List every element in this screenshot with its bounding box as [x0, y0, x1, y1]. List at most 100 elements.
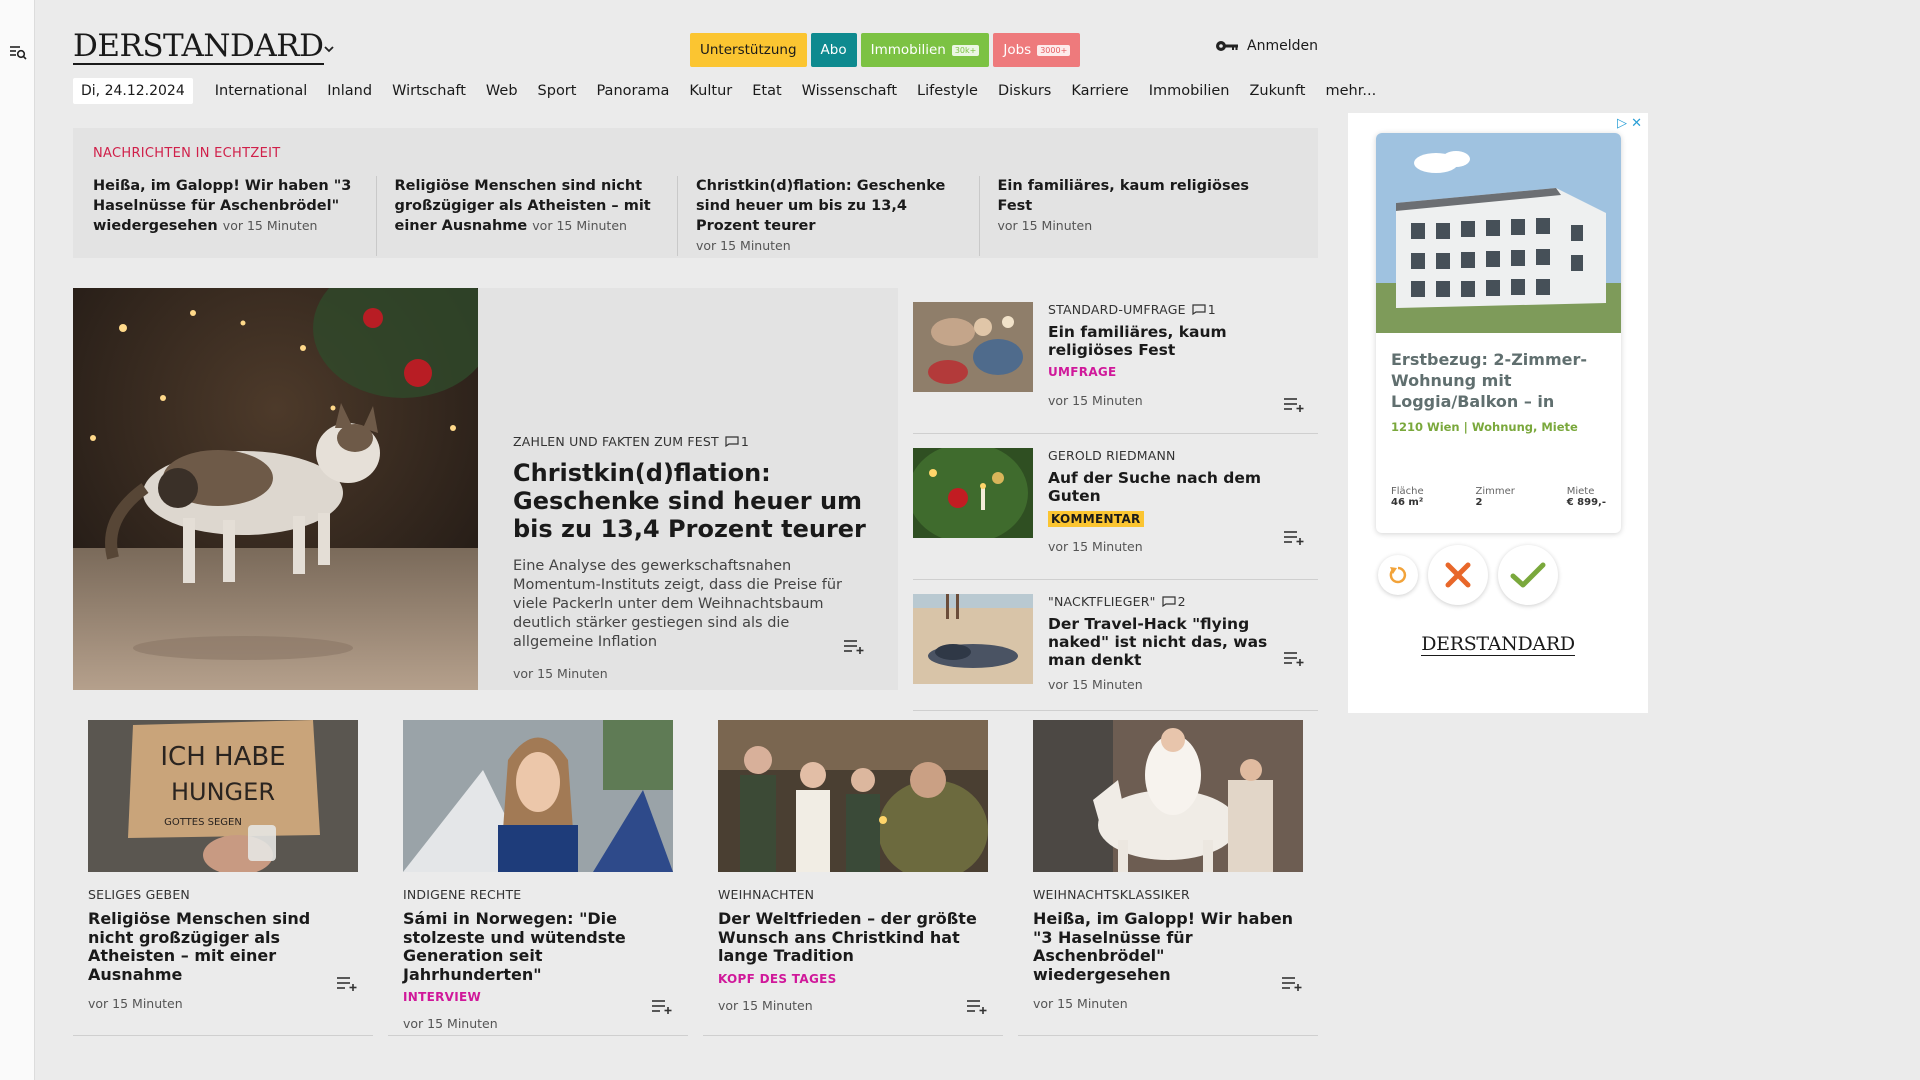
side-title[interactable]: Ein familiäres, kaum religiöses Fest	[1048, 323, 1308, 359]
login-button[interactable]: Anmelden	[1215, 38, 1318, 54]
side-kicker-label: "NACKTFLIEGER"	[1048, 594, 1156, 609]
support-button[interactable]: Unterstützung	[690, 33, 807, 67]
nav-item-panorama[interactable]: Panorama	[596, 83, 669, 99]
side-time: vor 15 Minuten	[1048, 539, 1143, 554]
site-logo[interactable]: DERSTANDARD	[73, 30, 324, 65]
add-to-list-icon[interactable]	[1281, 975, 1303, 991]
list-item[interactable]: STANDARD-UMFRAGE 1 Ein familiäres, kaum …	[913, 288, 1318, 434]
category-label: UMFRAGE	[1048, 365, 1117, 379]
ad-spec: Zimmer 2	[1476, 486, 1515, 508]
hero-article[interactable]: ZAHLEN UND FAKTEN ZUM FEST 1 Christkin(d…	[73, 288, 898, 690]
side-kicker-label: GEROLD RIEDMANN	[1048, 448, 1176, 463]
nav-item-karriere[interactable]: Karriere	[1071, 83, 1128, 99]
article-card[interactable]: WEIHNACHTSKLASSIKER Heißa, im Galopp! Wi…	[1018, 705, 1318, 1036]
ad-spec: Miete € 899,-	[1567, 486, 1606, 508]
comment-count[interactable]: 2	[1161, 594, 1186, 609]
side-kicker-label: STANDARD-UMFRAGE	[1048, 302, 1186, 317]
ticker-item[interactable]: Heißa, im Galopp! Wir haben "3 Haselnüss…	[93, 176, 377, 256]
hero-lead: Eine Analyse des gewerkschaftsnahen Mome…	[513, 558, 842, 650]
card-title[interactable]: Der Weltfrieden – der größte Wunsch ans …	[718, 909, 988, 966]
ad-spec-key: Fläche	[1391, 486, 1424, 497]
hero-title[interactable]: Christkin(d)flation: Geschenke sind heue…	[513, 459, 868, 543]
ticker-item[interactable]: Ein familiäres, kaum religiöses Fest vor …	[998, 176, 1281, 256]
ad-banner[interactable]: ▷ ✕ Erstbezug: 2-Zimmer-Wohnung mit Logg…	[1348, 113, 1648, 713]
ad-card[interactable]: Erstbezug: 2-Zimmer-Wohnung mit Loggia/B…	[1376, 133, 1621, 533]
immobilien-button[interactable]: Immobilien 30k+	[860, 33, 990, 67]
card-title[interactable]: Religiöse Menschen sind nicht großzügige…	[88, 909, 358, 984]
nav-item-wirtschaft[interactable]: Wirtschaft	[392, 83, 466, 99]
comment-icon	[1192, 304, 1206, 315]
sign-line-1: ICH HABE	[160, 742, 285, 772]
ticker-time: vor 15 Minuten	[532, 218, 627, 233]
list-item[interactable]: "NACKTFLIEGER" 2 Der Travel-Hack "flying…	[913, 580, 1318, 711]
nav-item-etat[interactable]: Etat	[752, 83, 781, 99]
card-image-cinderella-horse	[1033, 720, 1303, 872]
card-kicker: WEIHNACHTSKLASSIKER	[1033, 887, 1190, 902]
accept-button[interactable]	[1498, 545, 1558, 605]
nav-item-zukunft[interactable]: Zukunft	[1250, 83, 1306, 99]
ad-spec-value: 2	[1475, 497, 1483, 508]
login-label: Anmelden	[1247, 38, 1318, 54]
nav-item-international[interactable]: International	[215, 83, 308, 99]
nav-item-kultur[interactable]: Kultur	[689, 83, 732, 99]
ticker-heading: NACHRICHTEN IN ECHTZEIT	[93, 146, 281, 161]
list-item[interactable]: GEROLD RIEDMANN Auf der Suche nach dem G…	[913, 434, 1318, 580]
article-card[interactable]: WEIHNACHTEN Der Weltfrieden – der größte…	[703, 705, 1003, 1036]
ad-logo: DERSTANDARD	[1348, 633, 1648, 656]
nav-item-lifestyle[interactable]: Lifestyle	[917, 83, 978, 99]
ad-choices-icon[interactable]: ▷ ✕	[1617, 116, 1642, 131]
add-to-list-icon[interactable]	[966, 998, 988, 1014]
comment-count-value: 1	[740, 434, 749, 449]
add-to-list-icon[interactable]	[1283, 396, 1305, 412]
ticker-item[interactable]: Christkin(d)flation: Geschenke sind heue…	[696, 176, 980, 256]
nav-item-sport[interactable]: Sport	[538, 83, 577, 99]
ticker-time: vor 15 Minuten	[696, 238, 791, 253]
card-title[interactable]: Sámi in Norwegen: "Die stolzeste und wüt…	[403, 909, 673, 984]
nav-item-inland[interactable]: Inland	[327, 83, 372, 99]
add-to-list-icon[interactable]	[651, 998, 673, 1014]
nav-item-web[interactable]: Web	[486, 83, 518, 99]
search-menu-icon[interactable]	[8, 42, 28, 62]
side-kicker: "NACKTFLIEGER" 2	[1048, 594, 1308, 609]
article-card[interactable]: INDIGENE RECHTE Sámi in Norwegen: "Die s…	[388, 705, 688, 1036]
card-text: WEIHNACHTSKLASSIKER Heißa, im Galopp! Wi…	[1033, 887, 1303, 1011]
card-kicker: WEIHNACHTEN	[718, 887, 815, 902]
card-text: WEIHNACHTEN Der Weltfrieden – der größte…	[718, 887, 988, 1013]
side-title[interactable]: Auf der Suche nach dem Guten	[1048, 469, 1308, 505]
undo-button[interactable]	[1378, 555, 1418, 595]
ad-subtitle: 1210 Wien | Wohnung, Miete	[1391, 420, 1578, 434]
add-to-list-icon[interactable]	[1283, 650, 1305, 666]
thumb-beach-image	[913, 594, 1033, 684]
side-title[interactable]: Der Travel-Hack "flying naked" ist nicht…	[1048, 615, 1308, 669]
article-card[interactable]: ICH HABE HUNGER GOTTES SEGEN SELIGES GEB…	[73, 705, 373, 1036]
add-to-list-icon[interactable]	[1283, 529, 1305, 545]
card-title[interactable]: Heißa, im Galopp! Wir haben "3 Haselnüss…	[1033, 909, 1303, 984]
chevron-down-icon[interactable]	[321, 42, 337, 56]
card-kicker: SELIGES GEBEN	[88, 887, 190, 902]
key-icon	[1216, 41, 1239, 51]
current-date: Di, 24.12.2024	[73, 78, 193, 104]
jobs-button[interactable]: Jobs 3000+	[993, 33, 1081, 67]
card-time: vor 15 Minuten	[403, 1016, 498, 1031]
ad-title[interactable]: Erstbezug: 2-Zimmer-Wohnung mit Loggia/B…	[1391, 349, 1606, 412]
comment-count[interactable]: 1	[725, 434, 749, 449]
jobs-badge: 3000+	[1037, 44, 1071, 56]
abo-button[interactable]: Abo	[810, 33, 857, 67]
jobs-label: Jobs	[1003, 42, 1032, 58]
nav-item-wissenschaft[interactable]: Wissenschaft	[802, 83, 897, 99]
nav-item-immobilien[interactable]: Immobilien	[1149, 83, 1230, 99]
hero-image-cat	[73, 288, 478, 690]
comment-count[interactable]: 1	[1192, 302, 1216, 317]
ticker-title: Ein familiäres, kaum religiöses Fest	[997, 178, 1250, 214]
reject-button[interactable]	[1428, 545, 1488, 605]
nav-item-diskurs[interactable]: Diskurs	[998, 83, 1051, 99]
category-label: INTERVIEW	[403, 990, 482, 1004]
side-item-text: STANDARD-UMFRAGE 1 Ein familiäres, kaum …	[1048, 302, 1308, 408]
ad-spec-value: € 899,-	[1566, 497, 1606, 508]
add-to-list-icon[interactable]	[336, 975, 358, 991]
nav-item-more[interactable]: mehr...	[1326, 83, 1377, 99]
ticker-item[interactable]: Religiöse Menschen sind nicht großzügige…	[395, 176, 678, 256]
add-to-list-icon[interactable]	[843, 638, 865, 654]
hero-kicker: ZAHLEN UND FAKTEN ZUM FEST 1	[513, 434, 868, 449]
live-ticker: NACHRICHTEN IN ECHTZEIT Heißa, im Galopp…	[73, 128, 1318, 258]
